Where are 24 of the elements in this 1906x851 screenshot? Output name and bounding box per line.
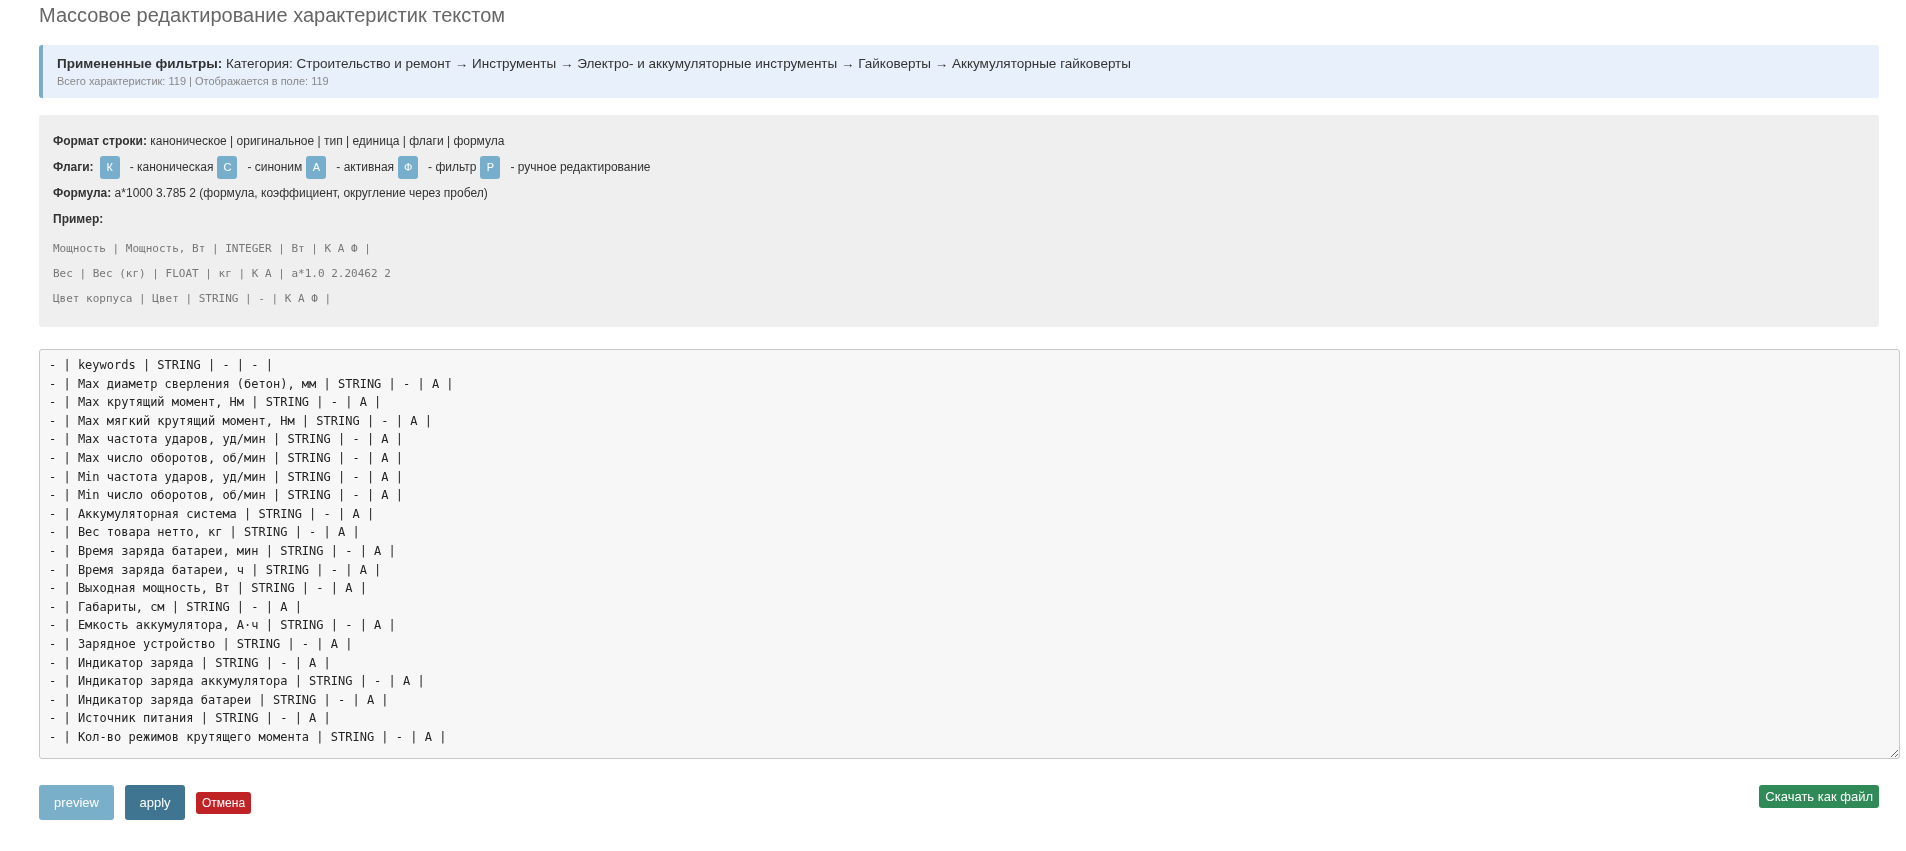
characteristics-text-field[interactable]: - | keywords | STRING | - | - | - | Max диаметр сверления (бетон), мм | STRING | - | А | - | Max крутящий момент, Нм | STRING | - | А | - | Max мягкий крутящий момент, Нм | STRING | - | А | - | Max частота ударов, уд/мин | STRING | - | А | - | Max число оборотов, об/мин | STRING | - | А | - | Min частота ударов, уд/мин | STRING | - | А | - | Min число оборотов, об/мин | STRING | - | А | - | Аккумуляторная система | STRING | - | А | - | Вес товара нетто, кг | STRING | - | А | - | Время заряда батареи, мин | STRING | - | А | - | Время заряда батареи, ч | STRING | - | А | - | Выходная мощность, Вт | STRING | - | А | - | Габариты, см | STRING | - | А | - | Емкость аккумулятора, А·ч | STRING | - | А | - | Зарядное устройство | STRING | - | А | - | Индикатор заряда | STRING | - | А | - | Индикатор заряда аккумулятора | STRING | - | А | - | Индикатор заряда батареи | STRING | - | А | - | Источник питания | STRING | - | А | - | Кол-во режимов крутящего момента | STRING | - | А | — [39, 349, 1900, 759]
flag-description: - ручное редактирование — [510, 160, 651, 174]
formula-text: Формула: a*1000 3.785 2 (формула, коэффициент, округление через пробел) — [53, 186, 488, 200]
flag-badge: А — [306, 155, 327, 179]
flag-description: - каноническая — [129, 160, 214, 174]
flag-badge: К — [99, 155, 120, 179]
flag-badge: С — [217, 155, 238, 179]
flag-description: - синоним — [247, 160, 303, 174]
example-line: Мощность | Мощность, Вт | INTEGER | Вт | К А Ф | — [53, 242, 371, 255]
flags-label: Флаги: — [53, 160, 94, 174]
row-format-text: Формат строки: каноническое | оригинальное | тип | единица | флаги | формула — [53, 134, 505, 148]
characteristics-count-text: Всего характеристик: 119 | Отображается в поле: 119 — [57, 74, 330, 89]
flag-description: - фильтр — [428, 160, 477, 174]
flag-description: - активная — [336, 160, 395, 174]
example-line: Вес | Вес (кг) | FLOAT | кг | К А | a*1.0 2.20462 2 — [53, 267, 391, 280]
applied-filters-text: Примененные фильтры: Категория: Строительство и ремонт → Инструменты → Электро- и аккумуляторные инструменты → Гайковерты → Аккумуляторные гайковерты — [57, 55, 1132, 73]
flag-badge: Р — [480, 155, 501, 179]
example-label: Пример: — [53, 212, 104, 226]
example-line: Цвет корпуса | Цвет | STRING | - | К А Ф | — [53, 292, 332, 305]
page-title: Массовое редактирование характеристик текстом — [39, 3, 506, 27]
download-file-button[interactable]: Скачать как файл — [1759, 785, 1879, 808]
flag-badge: Ф — [398, 155, 419, 179]
apply-button[interactable]: apply — [125, 785, 185, 820]
cancel-button[interactable]: Отмена — [196, 791, 252, 814]
